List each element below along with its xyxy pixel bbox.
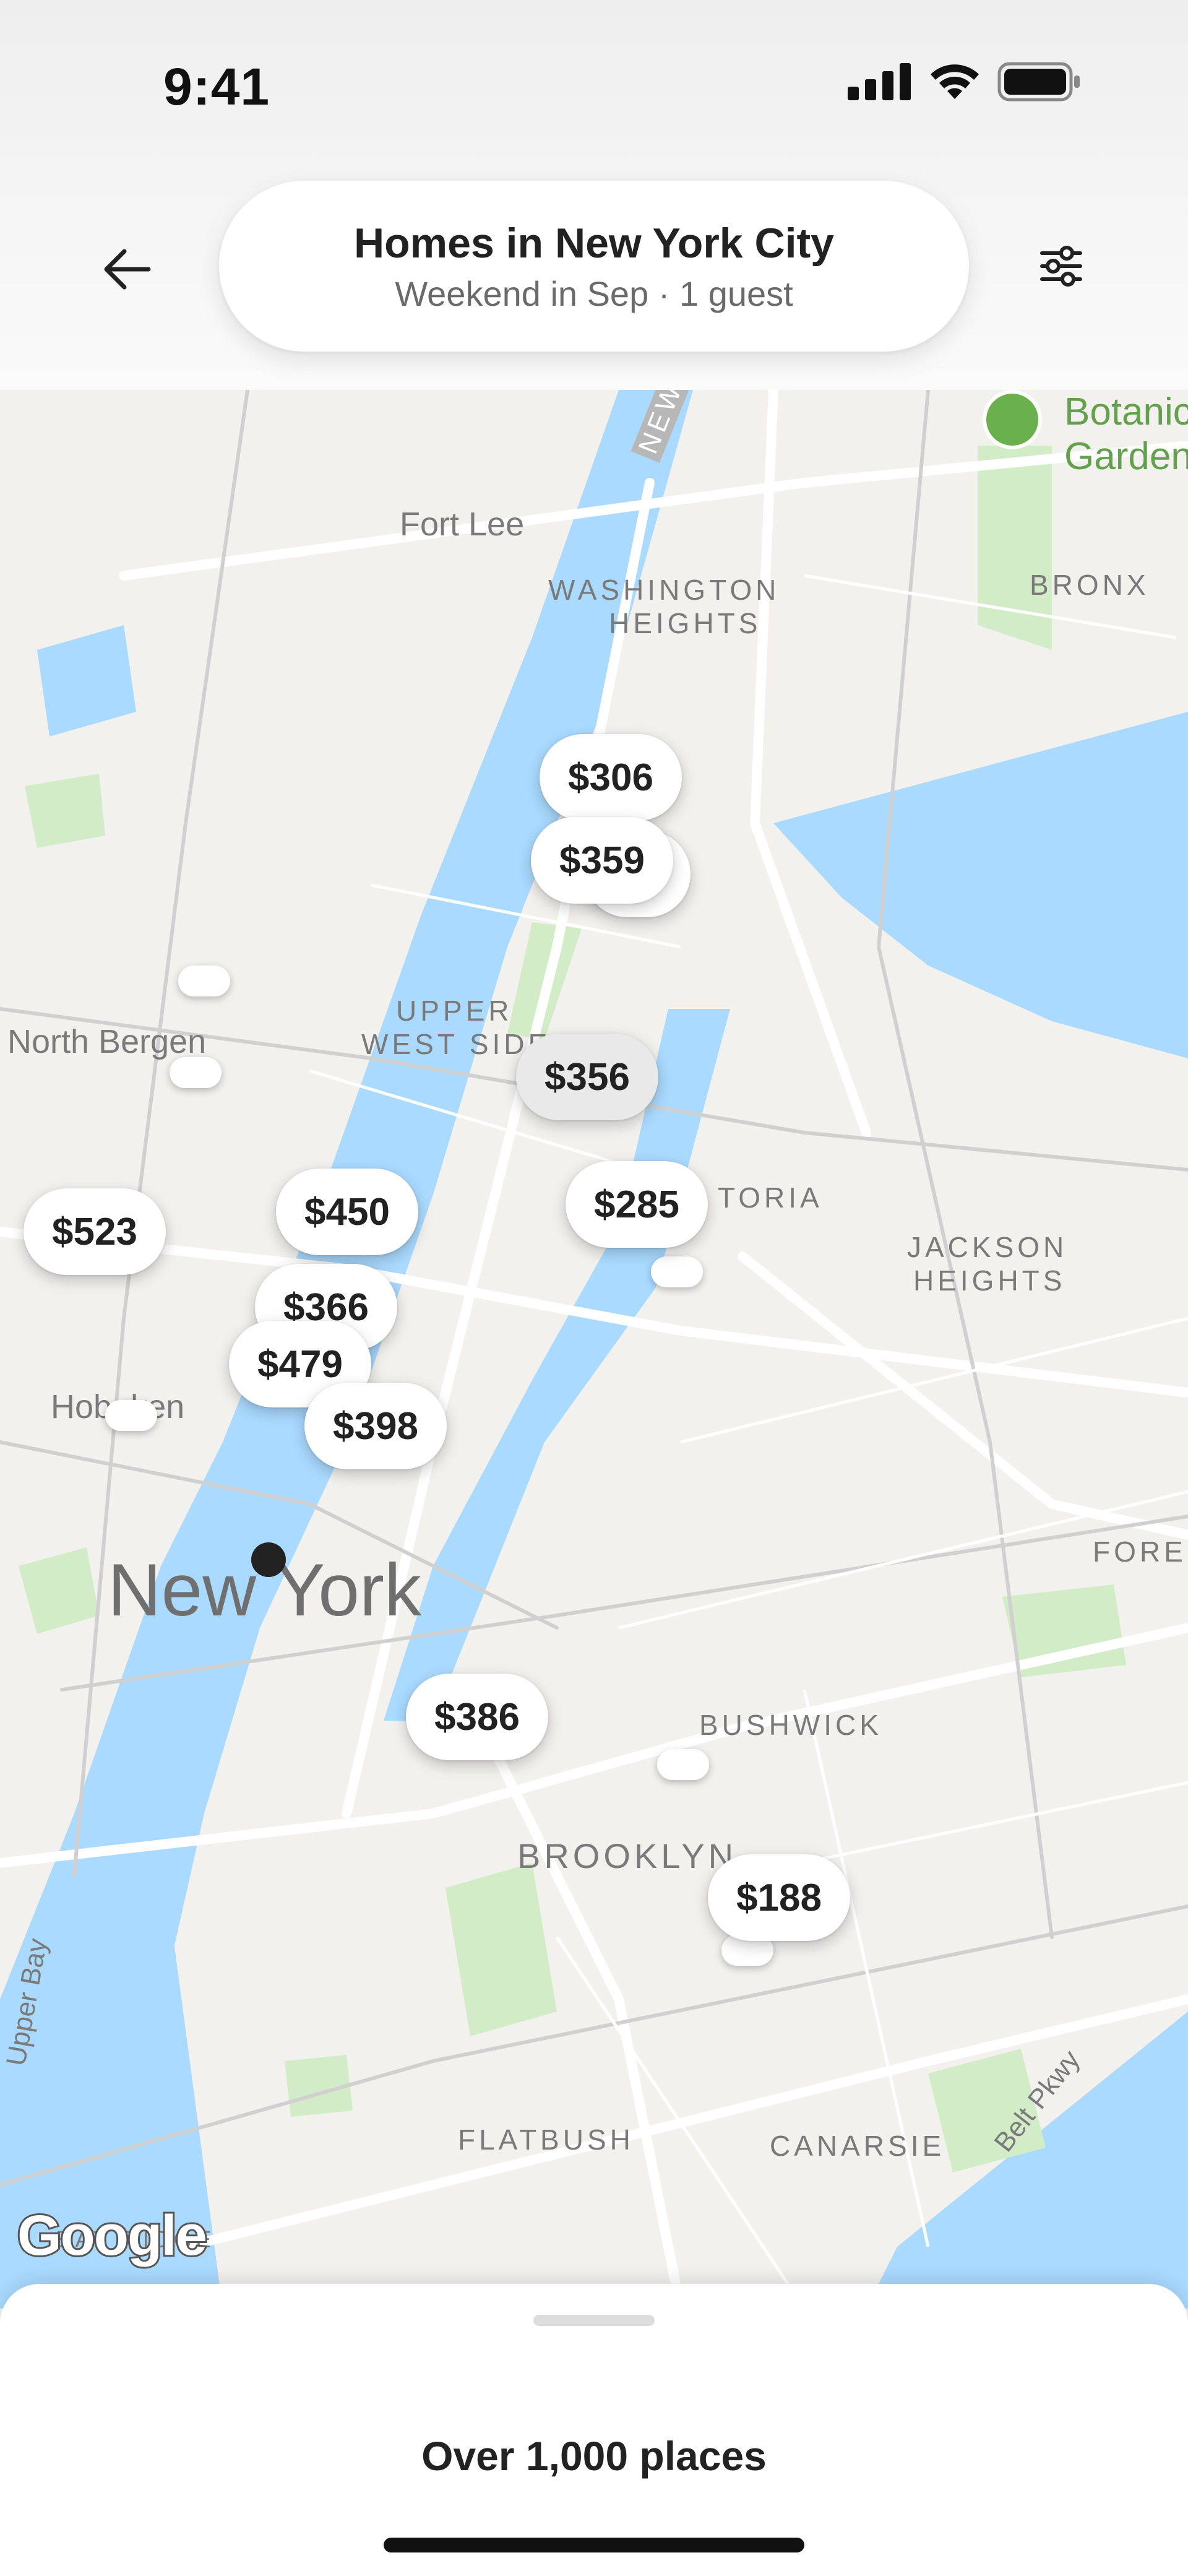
map-view[interactable]: Fort Lee WASHINGTON HEIGHTS BRONX Botani… [0, 390, 1188, 2309]
price-marker[interactable]: $398 [304, 1383, 447, 1469]
map-background [0, 390, 1188, 2309]
map-label-jackson: JACKSON [907, 1231, 1068, 1263]
map-label-fort-lee: Fort Lee [400, 506, 525, 543]
map-label-astoria: TORIA [718, 1182, 823, 1214]
map-label-flatbush: FLATBUSH [458, 2124, 634, 2156]
map-label-bushwick: BUSHWICK [699, 1709, 882, 1741]
sheet-grabber-handle[interactable] [533, 2315, 655, 2326]
results-count-title: Over 1,000 places [421, 2433, 767, 2479]
search-summary-pill[interactable]: Homes in New York City Weekend in Sep · … [219, 181, 969, 352]
map-label-north-bergen: North Bergen [7, 1023, 207, 1060]
map-label-botanical-2: Garden [1064, 435, 1188, 478]
status-icons [848, 62, 1082, 102]
search-subtitle: Weekend in Sep · 1 guest [395, 274, 793, 314]
botanical-garden-icon [983, 390, 1042, 449]
wifi-icon [931, 64, 979, 99]
map-label-heights: HEIGHTS [609, 607, 762, 639]
sliders-icon [1040, 246, 1082, 287]
map-label-botanical-1: Botanic [1064, 391, 1188, 433]
price-marker[interactable]: $188 [708, 1854, 850, 1941]
city-marker-dot [251, 1542, 286, 1577]
top-header: 9:41 Homes in New York City Weekend in S… [0, 0, 1188, 390]
arrow-left-icon [104, 249, 151, 290]
listing-marker-small[interactable] [178, 966, 230, 996]
filter-button[interactable] [1027, 232, 1095, 300]
listing-marker-small[interactable] [651, 1256, 703, 1287]
listing-marker-small[interactable] [170, 1057, 222, 1088]
price-marker[interactable]: $523 [24, 1188, 166, 1275]
map-label-canarsie: CANARSIE [770, 2130, 945, 2162]
map-label-forest: FORES [1093, 1536, 1188, 1568]
price-marker[interactable]: $359 [531, 817, 673, 904]
price-marker[interactable]: $386 [406, 1674, 548, 1760]
map-label-jackson-heights: HEIGHTS [913, 1264, 1066, 1297]
home-indicator[interactable] [384, 2538, 804, 2552]
map-label-brooklyn: BROOKLYN [517, 1836, 738, 1875]
price-marker[interactable]: $285 [566, 1161, 708, 1248]
cellular-signal-icon [848, 63, 911, 100]
listing-marker-small[interactable] [657, 1749, 709, 1780]
google-attribution-logo: Google [15, 2202, 209, 2269]
price-marker[interactable]: $450 [276, 1169, 418, 1255]
map-label-upper: UPPER [396, 995, 513, 1027]
search-title: Homes in New York City [354, 219, 834, 267]
results-bottom-sheet[interactable]: Over 1,000 places [0, 2284, 1188, 2576]
status-time: 9:41 [163, 58, 270, 116]
listing-marker-small[interactable] [105, 1400, 157, 1431]
price-marker[interactable]: $306 [540, 734, 682, 821]
map-label-washington: WASHINGTON [548, 574, 780, 606]
price-marker-selected[interactable]: $356 [516, 1034, 658, 1120]
map-label-bronx: BRONX [1030, 569, 1150, 601]
back-button[interactable] [93, 235, 161, 303]
battery-icon [997, 62, 1080, 102]
